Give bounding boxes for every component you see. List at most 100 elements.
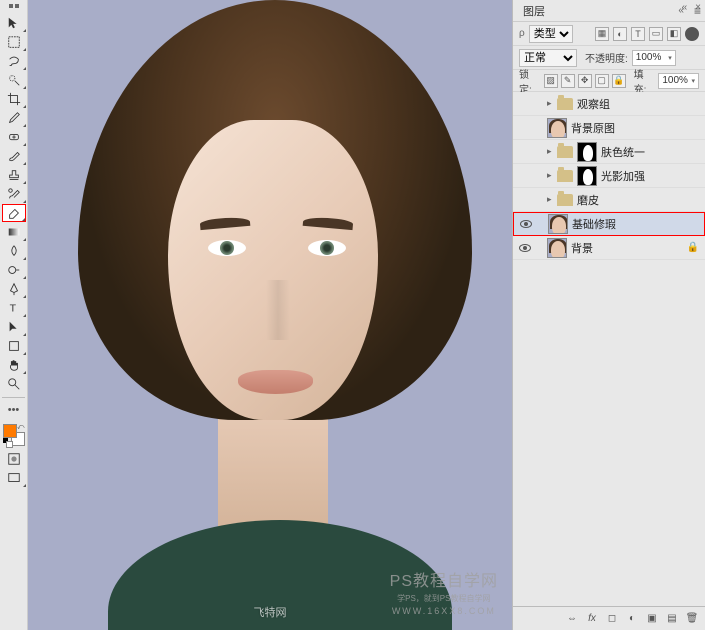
eye-icon: [520, 220, 532, 228]
filter-toggle-icon[interactable]: [685, 27, 699, 41]
pen-tool[interactable]: [2, 280, 26, 298]
eraser-tool[interactable]: [2, 204, 26, 222]
eye-icon: [519, 244, 531, 252]
adjustment-layer-icon[interactable]: ◐: [625, 612, 639, 626]
dodge-tool[interactable]: [2, 261, 26, 279]
lock-artboard-icon[interactable]: ▢: [595, 74, 609, 88]
edit-toolbar[interactable]: •••: [2, 401, 26, 419]
hand-tool[interactable]: [2, 356, 26, 374]
layer-name[interactable]: 背景原图: [571, 120, 699, 136]
layer-row[interactable]: ▸ 肤色统一: [513, 140, 705, 164]
default-colors-icon[interactable]: [3, 438, 11, 446]
marquee-tool[interactable]: [2, 33, 26, 51]
lock-pixels-icon[interactable]: ✎: [561, 74, 575, 88]
healing-brush-tool[interactable]: [2, 128, 26, 146]
gradient-tool[interactable]: [2, 223, 26, 241]
stamp-tool[interactable]: [2, 166, 26, 184]
shape-tool[interactable]: [2, 337, 26, 355]
document-canvas[interactable]: 飞特网 PS教程自学网 学PS，就到PS教程自学网 WWW.16XX8.COM: [28, 0, 512, 630]
type-tool[interactable]: T: [2, 299, 26, 317]
screen-mode-tool[interactable]: [2, 469, 26, 487]
close-panel-icon[interactable]: ×: [695, 2, 701, 13]
layer-thumbnail[interactable]: [547, 238, 567, 258]
delete-layer-icon[interactable]: 🗑: [685, 612, 699, 626]
search-kind-icon[interactable]: ρ: [519, 28, 525, 39]
filter-type-select[interactable]: 类型: [529, 25, 573, 43]
watermark-center: 飞特网: [254, 604, 287, 620]
portrait-image: [28, 0, 512, 630]
lasso-tool[interactable]: [2, 52, 26, 70]
expand-icon[interactable]: ▸: [547, 98, 555, 109]
watermark-title: PS教程自学网: [390, 567, 498, 591]
fx-icon[interactable]: fx: [585, 612, 599, 626]
link-layers-icon[interactable]: ⇔: [565, 612, 579, 626]
mask-thumbnail[interactable]: [577, 166, 597, 186]
watermark-sub: 学PS，就到PS教程自学网: [390, 593, 498, 604]
opacity-label: 不透明度:: [585, 50, 628, 65]
layer-name[interactable]: 光影加强: [601, 168, 699, 184]
add-mask-icon[interactable]: ◻: [605, 612, 619, 626]
collapse-panel-icon[interactable]: «: [682, 2, 688, 13]
layer-name[interactable]: 背景: [571, 240, 687, 256]
brush-tool[interactable]: [2, 147, 26, 165]
layer-list: ▸ 观察组背景原图 ▸ 肤色统一 ▸ 光影加强 ▸ 磨皮基础修瑕背景🔒: [513, 92, 705, 606]
filter-smart-icon[interactable]: ◧: [667, 27, 681, 41]
layer-name[interactable]: 观察组: [577, 96, 699, 112]
swap-colors-icon[interactable]: ⤺: [17, 424, 24, 432]
layer-row[interactable]: ▸ 观察组: [513, 92, 705, 116]
layer-row[interactable]: 背景原图: [513, 116, 705, 140]
move-tool[interactable]: [2, 14, 26, 32]
foreground-color[interactable]: [3, 424, 17, 438]
path-select-tool[interactable]: [2, 318, 26, 336]
zoom-tool[interactable]: [2, 375, 26, 393]
quick-select-tool[interactable]: [2, 71, 26, 89]
fill-label: 填充:: [634, 66, 655, 96]
watermark-right: PS教程自学网 学PS，就到PS教程自学网 WWW.16XX8.COM: [390, 567, 498, 616]
layers-panel-footer: ⇔ fx ◻ ◐ ▣ ▤ 🗑: [513, 606, 705, 630]
eyedropper-tool[interactable]: [2, 109, 26, 127]
folder-icon: [557, 194, 573, 206]
filter-adjust-icon[interactable]: ◐: [613, 27, 627, 41]
layer-name[interactable]: 基础修瑕: [572, 216, 698, 232]
lock-transparent-icon[interactable]: ▨: [544, 74, 558, 88]
expand-icon[interactable]: ▸: [547, 194, 555, 205]
svg-text:T: T: [9, 303, 16, 315]
group-icon[interactable]: ▣: [645, 612, 659, 626]
filter-pixel-icon[interactable]: ▦: [595, 27, 609, 41]
opacity-input[interactable]: 100%▾: [632, 50, 676, 66]
filter-type-icon[interactable]: T: [631, 27, 645, 41]
history-brush-tool[interactable]: [2, 185, 26, 203]
mask-thumbnail[interactable]: [577, 142, 597, 162]
toolbar-grip: [0, 4, 27, 12]
expand-icon[interactable]: ▸: [547, 170, 555, 181]
crop-tool[interactable]: [2, 90, 26, 108]
color-swatches[interactable]: ⤺: [3, 424, 25, 446]
visibility-toggle[interactable]: [513, 244, 537, 252]
lock-position-icon[interactable]: ✥: [578, 74, 592, 88]
blend-mode-select[interactable]: 正常: [519, 49, 577, 67]
lock-label: 锁定:: [519, 66, 540, 96]
layer-row[interactable]: 基础修瑕: [513, 212, 705, 236]
layer-name[interactable]: 磨皮: [577, 192, 699, 208]
layer-thumbnail[interactable]: [548, 214, 568, 234]
lock-all-icon[interactable]: 🔒: [612, 74, 626, 88]
layer-row[interactable]: ▸ 磨皮: [513, 188, 705, 212]
layer-thumbnail[interactable]: [547, 118, 567, 138]
new-layer-icon[interactable]: ▤: [665, 612, 679, 626]
layers-panel: 图层 « ≡ ρ 类型 ▦ ◐ T ▭ ◧ 正常 不透明度: 100%▾ 锁定:…: [512, 0, 705, 630]
folder-icon: [557, 170, 573, 182]
lock-icon: 🔒: [687, 242, 699, 253]
expand-icon[interactable]: ▸: [547, 146, 555, 157]
blur-tool[interactable]: [2, 242, 26, 260]
fill-input[interactable]: 100%▾: [658, 73, 699, 89]
folder-icon: [557, 146, 573, 158]
folder-icon: [557, 98, 573, 110]
quick-mask-tool[interactable]: [2, 450, 26, 468]
layers-tab[interactable]: 图层: [517, 0, 551, 22]
layer-row[interactable]: ▸ 光影加强: [513, 164, 705, 188]
layer-row[interactable]: 背景🔒: [513, 236, 705, 260]
filter-shape-icon[interactable]: ▭: [649, 27, 663, 41]
visibility-toggle[interactable]: [514, 220, 538, 228]
layer-name[interactable]: 肤色统一: [601, 144, 699, 160]
tools-toolbar: T ••• ⤺: [0, 0, 28, 630]
